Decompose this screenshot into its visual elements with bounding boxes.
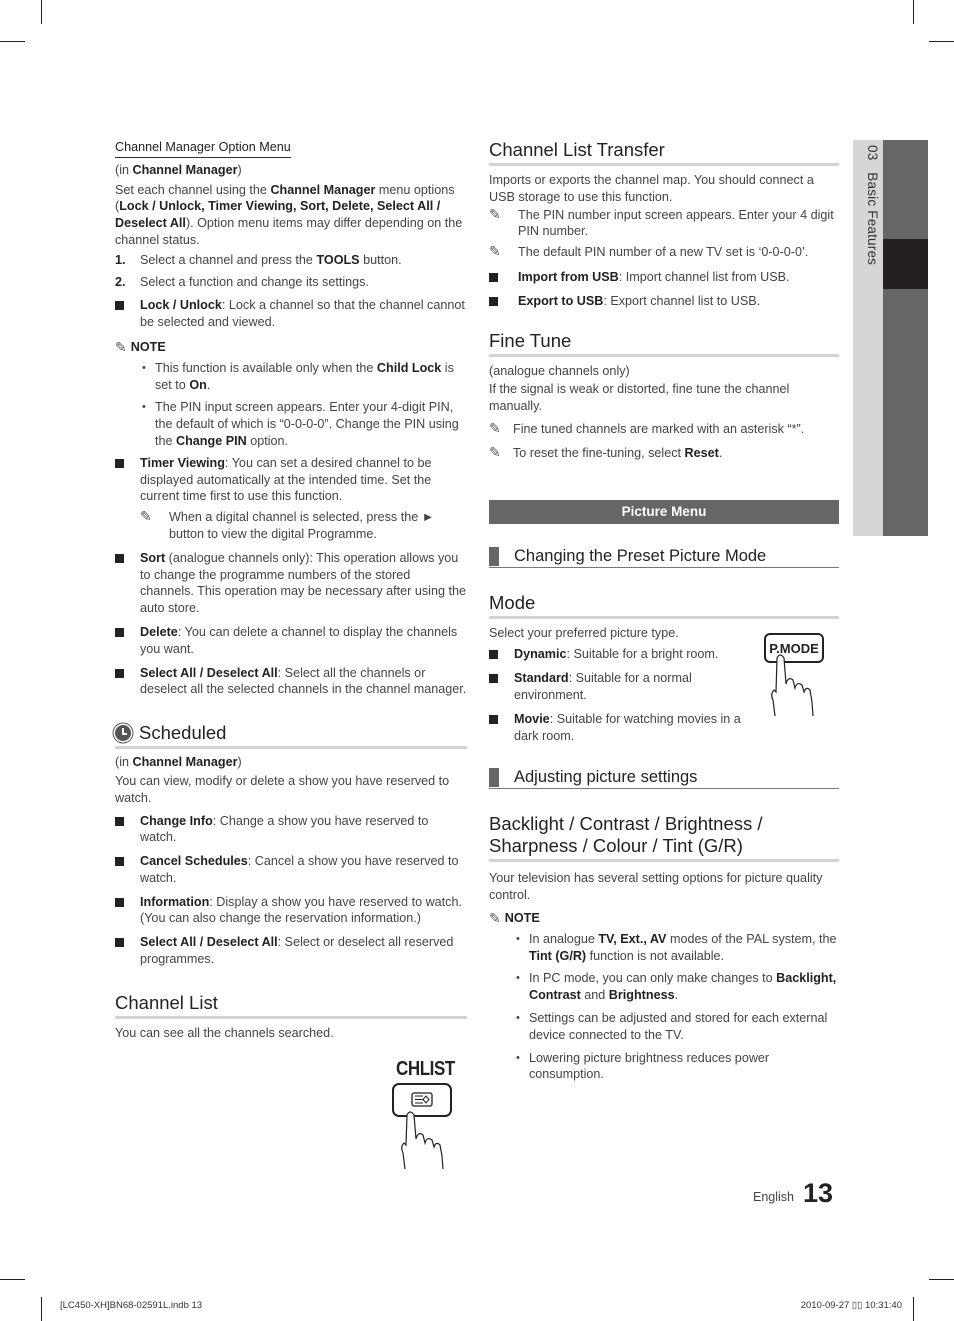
fine-tune-note: ✎ Fine tuned channels are marked with an… <box>489 419 805 436</box>
scheduled-heading: Scheduled <box>115 722 467 750</box>
backlight-heading: Backlight / Contrast / Brightness / Shar… <box>489 813 839 863</box>
chlist-label: CHLIST <box>396 1058 455 1080</box>
chapter-number: 03 <box>865 145 880 161</box>
option-menu-intro: Set each channel using the Channel Manag… <box>115 182 463 247</box>
page-number: 13 <box>803 1178 834 1208</box>
pmode-remote-illustration: P.MODE <box>763 632 829 723</box>
export-usb-item: Export to USB: Export channel list to US… <box>489 293 839 310</box>
mode-item-standard: Standard: Suitable for a normal environm… <box>489 670 749 704</box>
scheduled-context: (in Channel Manager) <box>115 755 242 770</box>
fine-tune-intro: If the signal is weak or distorted, fine… <box>489 382 790 414</box>
note-bullet: The PIN input screen appears. Enter your… <box>140 399 467 449</box>
channel-list-transfer-heading: Channel List Transfer <box>489 139 839 166</box>
select-all-item: Select All / Deselect All: Select all th… <box>115 665 467 699</box>
note-bullet: In analogue TV, Ext., AV modes of the PA… <box>514 931 839 965</box>
left-column: Channel Manager Option Menu (in Channel … <box>115 139 467 1042</box>
note-bullet: Settings can be adjusted and stored for … <box>514 1010 839 1044</box>
step-2: 2. Select a function and change its sett… <box>115 274 369 289</box>
print-slug-file: [LC450-XH]BN68-02591L.indb 13 <box>60 1300 203 1311</box>
step-1: 1. Select a channel and press the TOOLS … <box>115 252 402 267</box>
scheduled-item: Cancel Schedules: Cancel a show you have… <box>115 853 467 887</box>
lock-unlock-item: Lock / Unlock: Lock a channel so that th… <box>115 297 467 331</box>
transfer-intro: Imports or exports the channel map. You … <box>489 173 814 204</box>
scheduled-intro: You can view, modify or delete a show yo… <box>115 773 450 805</box>
note-heading: ✎ NOTE <box>115 338 166 355</box>
crop-mark <box>41 1297 42 1321</box>
pencil-icon: ✎ <box>489 243 501 260</box>
scheduled-item: Change Info: Change a show you have rese… <box>115 813 467 847</box>
mode-item-dynamic: Dynamic: Suitable for a bright room. <box>489 646 749 663</box>
pencil-icon: ✎ <box>489 443 501 460</box>
preset-picture-mode-heading: Changing the Preset Picture Mode <box>489 545 839 568</box>
pencil-icon: ✎ <box>489 909 501 926</box>
mode-intro: Select your preferred picture type. <box>489 625 679 640</box>
hand-pressing-button-icon: P.MODE <box>764 633 824 717</box>
timer-viewing-item: Timer Viewing: You can set a desired cha… <box>115 455 467 543</box>
chlist-remote-illustration: CHLIST <box>390 1058 465 1176</box>
crop-mark <box>41 0 42 24</box>
scheduled-item: Select All / Deselect All: Select or des… <box>115 934 467 968</box>
picture-menu-banner: Picture Menu <box>489 499 839 524</box>
note-bullet: This function is available only when the… <box>140 360 467 394</box>
pencil-icon: ✎ <box>489 205 501 222</box>
chapter-tab-active-marker <box>883 239 928 289</box>
note-bullet: In PC mode, you can only make changes to… <box>514 970 839 1004</box>
fine-tune-context: (analogue channels only) <box>489 363 630 378</box>
hand-pressing-button-icon <box>392 1083 452 1170</box>
crop-mark <box>929 1279 954 1280</box>
print-slug-timestamp: 2010-09-27 ▯▯ 10:31:40 <box>800 1300 902 1311</box>
mode-heading: Mode <box>489 592 839 619</box>
clock-icon <box>115 725 131 742</box>
pencil-icon: ✎ <box>489 419 501 436</box>
backlight-intro: Your television has several setting opti… <box>489 871 823 903</box>
note-heading: ✎ NOTE <box>489 909 540 926</box>
sort-item: Sort (analogue channels only): This oper… <box>115 550 467 617</box>
crop-mark <box>0 41 25 42</box>
option-menu-title: Channel Manager Option Menu <box>115 139 291 158</box>
delete-item: Delete: You can delete a channel to disp… <box>115 624 467 658</box>
scheduled-item: Information: Display a show you have res… <box>115 894 467 928</box>
adjusting-picture-heading: Adjusting picture settings <box>489 766 839 790</box>
heading-bar-marker <box>489 546 499 566</box>
chapter-tab-label: 03 Basic Features <box>856 145 880 265</box>
pencil-icon: ✎ <box>115 338 127 355</box>
pmode-label: P.MODE <box>769 641 819 656</box>
crop-mark <box>913 0 914 24</box>
right-column: Channel List Transfer Imports or exports… <box>489 139 839 1083</box>
crop-mark <box>929 41 954 42</box>
heading-bar-marker <box>489 768 499 788</box>
mode-item-movie: Movie: Suitable for watching movies in a… <box>489 711 749 745</box>
option-menu-context: (in Channel Manager) <box>115 162 242 177</box>
channel-list-heading: Channel List <box>115 992 467 1019</box>
import-usb-item: Import from USB: Import channel list fro… <box>489 269 839 286</box>
timer-note: ✎ When a digital channel is selected, pr… <box>140 508 435 541</box>
crop-mark <box>913 1297 914 1321</box>
footer-language: English <box>753 1190 794 1204</box>
chapter-title: Basic Features <box>865 172 880 266</box>
transfer-note: ✎ The PIN number input screen appears. E… <box>489 205 834 239</box>
fine-tune-note: ✎ To reset the fine-tuning, select Reset… <box>489 443 723 460</box>
fine-tune-heading: Fine Tune <box>489 330 839 357</box>
crop-mark <box>0 1279 25 1280</box>
pencil-icon: ✎ <box>140 508 152 525</box>
channel-list-text: You can see all the channels searched. <box>115 1025 334 1040</box>
note-bullet: Lowering picture brightness reduces powe… <box>514 1050 839 1084</box>
chapter-tab-strip <box>883 140 928 536</box>
transfer-note: ✎ The default PIN number of a new TV set… <box>489 243 809 260</box>
